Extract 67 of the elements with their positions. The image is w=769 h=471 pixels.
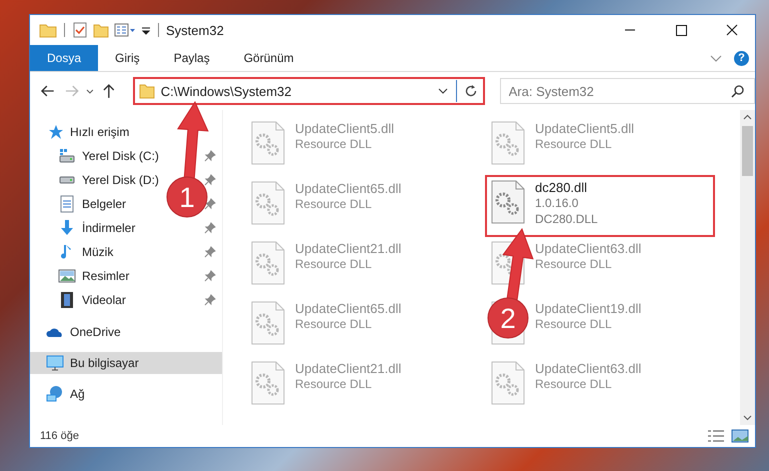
sidebar-item[interactable]: Yerel Disk (D:) <box>30 168 163 192</box>
dll-file-icon <box>251 361 285 405</box>
help-button[interactable]: ? <box>734 50 749 66</box>
item-count: 116 öğe <box>40 430 79 442</box>
dll-file-icon <box>491 121 525 165</box>
ribbon-tab[interactable]: Giriş <box>98 45 157 71</box>
dll-file-icon <box>491 361 525 405</box>
network-icon <box>46 385 64 403</box>
sidebar-item[interactable]: Hızlı erişim <box>30 120 134 144</box>
pin-icon[interactable] <box>204 174 216 186</box>
file-detail: Resource DLL <box>295 196 373 212</box>
pin-icon[interactable] <box>204 246 216 258</box>
sidebar-item[interactable]: Bu bilgisayar <box>30 352 222 374</box>
address-path: C:\Windows\System32 <box>160 84 293 98</box>
file-detail: Resource DLL <box>295 136 373 152</box>
sidebar-item[interactable]: Videolar <box>30 288 130 312</box>
checklist-icon[interactable] <box>72 22 88 38</box>
sidebar-item[interactable]: İndirmeler <box>30 216 140 240</box>
file-detail: Resource DLL <box>295 256 373 272</box>
file-item[interactable]: dc280.dll 1.0.16.0 DC280.DLL <box>487 177 713 235</box>
documents-icon <box>58 195 76 213</box>
sidebar-item[interactable]: Belgeler <box>30 192 130 216</box>
file-detail: 1.0.16.0 <box>535 195 580 211</box>
pin-icon[interactable] <box>204 294 216 306</box>
dll-file-icon <box>251 121 285 165</box>
file-detail: Resource DLL <box>295 316 373 332</box>
pin-icon[interactable] <box>204 198 216 210</box>
ribbon-tab[interactable]: Dosya <box>30 45 98 71</box>
window-title: System32 <box>166 22 224 38</box>
videos-icon <box>58 291 76 309</box>
properties-icon[interactable] <box>114 22 136 38</box>
drive-system-icon <box>58 147 76 165</box>
file-detail: DC280.DLL <box>535 211 598 227</box>
scrollbar[interactable] <box>740 110 755 425</box>
search-icon[interactable] <box>731 84 745 98</box>
downloads-icon <box>58 219 76 237</box>
file-name: dc280.dll <box>535 180 588 195</box>
scrollbar-thumb[interactable] <box>742 126 753 176</box>
computer-icon <box>46 354 64 372</box>
step-number: 1 <box>179 182 195 213</box>
step-number: 2 <box>500 303 516 334</box>
drive-icon <box>58 176 76 184</box>
sidebar-item[interactable]: OneDrive <box>30 321 125 343</box>
file-detail: Resource DLL <box>535 316 613 332</box>
address-bar[interactable]: C:\Windows\System32 <box>132 77 485 105</box>
ribbon-tab[interactable]: Görünüm <box>226 45 311 71</box>
folder-icon <box>138 83 155 99</box>
file-detail: Resource DLL <box>295 376 373 392</box>
sidebar-item[interactable]: Ağ <box>30 383 89 405</box>
file-detail: Resource DLL <box>535 376 613 392</box>
file-detail: Resource DLL <box>535 136 613 152</box>
dll-file-icon <box>491 180 525 224</box>
pictures-icon <box>58 267 76 285</box>
pin-icon[interactable] <box>204 222 216 234</box>
sidebar-item[interactable]: Müzik <box>30 240 118 264</box>
dll-file-icon <box>251 301 285 345</box>
sidebar-item[interactable]: Yerel Disk (C:) <box>30 144 163 168</box>
sidebar-item[interactable]: Resimler <box>30 264 134 288</box>
pin-icon[interactable] <box>204 270 216 282</box>
file-detail: Resource DLL <box>535 256 613 272</box>
details-view-icon[interactable] <box>707 429 725 443</box>
ribbon-tab[interactable]: Paylaş <box>156 45 227 71</box>
dll-file-icon <box>251 241 285 285</box>
dll-file-icon <box>251 181 285 225</box>
large-icons-view-icon[interactable] <box>731 429 749 443</box>
search-field[interactable]: Ara: System32 <box>500 78 755 104</box>
pin-icon[interactable] <box>204 150 216 162</box>
